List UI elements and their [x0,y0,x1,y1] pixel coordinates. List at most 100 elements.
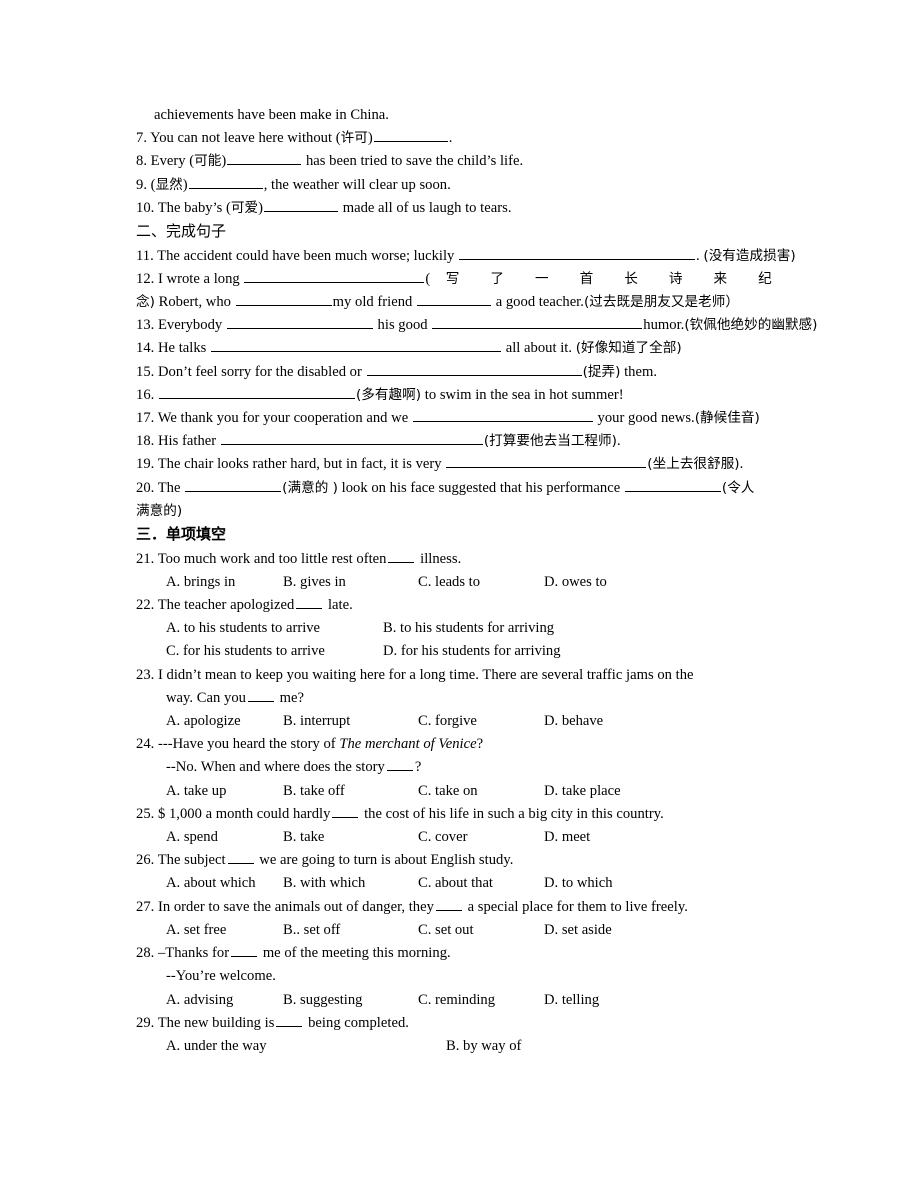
option-row: A. under the way B. by way of [136,1035,784,1058]
option-b[interactable]: B. gives in [283,571,418,594]
fill-item-9: 9. (显然), the weather will clear up soon. [136,174,784,197]
option-c[interactable]: C. take on [418,780,544,803]
answer-blank[interactable] [412,408,593,423]
sentence-item-20: 20. The (满意的 ) look on his face suggeste… [136,477,784,500]
option-a[interactable]: A. set free [166,919,283,942]
option-d[interactable]: D. meet [544,826,590,849]
answer-blank[interactable] [231,943,258,958]
answer-blank[interactable] [332,803,359,818]
option-a[interactable]: A. brings in [166,571,283,594]
mc-question-28: 28. –Thanks for me of the meeting this m… [136,942,784,965]
carryover-line: achievements have been make in China. [136,104,784,127]
sentence-item-15: 15. Don’t feel sorry for the disabled or… [136,361,784,384]
answer-blank[interactable] [386,757,413,772]
option-c[interactable]: C. leads to [418,571,544,594]
option-a[interactable]: A. spend [166,826,283,849]
answer-blank[interactable] [366,361,582,376]
answer-blank[interactable] [388,548,415,563]
answer-blank[interactable] [247,687,274,702]
spaced-char: 首 [579,270,594,287]
chinese-hint: 可爱 [230,199,259,216]
answer-blank[interactable] [227,850,254,865]
option-b[interactable]: B. to his students for arriving [383,617,554,640]
mc-question-22: 22. The teacher apologized late. [136,594,784,617]
sentence-item-11: 11. The accident could have been much wo… [136,245,796,268]
spaced-chinese-hint: 写了一首长诗来纪 [430,271,787,287]
answer-blank[interactable] [158,384,355,399]
answer-blank[interactable] [211,338,502,353]
answer-blank[interactable] [417,292,492,307]
item-number: 12. [136,270,155,287]
option-a[interactable]: A. advising [166,989,283,1012]
option-a[interactable]: A. take up [166,780,283,803]
answer-blank[interactable] [373,128,448,143]
sentence-item-20-continuation: 满意的) [136,500,784,523]
option-b[interactable]: B.. set off [283,919,418,942]
item-text-post: made all of us laugh to tears. [342,199,512,216]
option-c[interactable]: C. cover [418,826,544,849]
answer-blank[interactable] [446,454,647,469]
spaced-char: 一 [535,270,549,287]
option-a[interactable]: A. to his students to arrive [166,617,383,640]
item-text-mid: his good [377,317,428,334]
answer-blank[interactable] [296,595,323,610]
answer-blank[interactable] [264,197,339,212]
option-c[interactable]: C. about that [418,872,544,895]
wrap-prefix-cn: 念) [136,294,155,311]
answer-blank[interactable] [226,315,373,330]
item-text-post: has been tried to save the child’s life. [305,153,524,170]
option-c[interactable]: C. for his students to arrive [166,640,383,663]
item-number: 21. [136,550,155,567]
option-b[interactable]: B. suggesting [283,989,418,1012]
item-text-after: . [616,433,621,450]
item-text-post: , the weather will clear up soon. [263,176,451,193]
answer-blank[interactable] [244,268,425,283]
sentence-item-12-continuation: 念) Robert, who my old friend a good teac… [136,291,784,314]
option-d[interactable]: D. owes to [544,571,607,594]
option-c[interactable]: C. forgive [418,710,544,733]
question-stem-after: the cost of his life in such a big city … [364,805,664,822]
option-d[interactable]: D. for his students for arriving [383,640,561,663]
item-text-before: The [157,479,181,496]
answer-blank[interactable] [220,431,483,446]
item-text-mid: ) [221,153,227,170]
chinese-hint: (钦佩他绝妙的幽默感) [684,317,818,334]
item-number: 29. [136,1014,155,1031]
option-row: C. for his students to arrive D. for his … [136,640,784,663]
answer-blank[interactable] [185,477,282,492]
option-d[interactable]: D. to which [544,872,613,895]
answer-blank[interactable] [432,315,643,330]
option-b[interactable]: B. with which [283,872,418,895]
option-c[interactable]: C. reminding [418,989,544,1012]
question-stem: The subject [157,852,226,869]
option-a[interactable]: A. under the way [166,1035,446,1058]
answer-blank[interactable] [624,477,721,492]
item-text-after: your good news. [597,410,695,427]
question-stem-cont: way. Can you [166,689,246,706]
option-a[interactable]: A. apologize [166,710,283,733]
option-d[interactable]: D. take place [544,780,621,803]
item-number: 20. [136,479,155,496]
answer-blank[interactable] [227,151,302,166]
option-b[interactable]: B. by way of [446,1035,521,1058]
item-number: 14. [136,340,155,357]
answer-blank[interactable] [435,896,462,911]
answer-blank[interactable] [276,1012,303,1027]
item-text-before: His father [157,433,217,450]
option-d[interactable]: D. telling [544,989,599,1012]
option-b[interactable]: B. take off [283,780,418,803]
sentence-item-19: 19. The chair looks rather hard, but in … [136,453,784,476]
option-a[interactable]: A. about which [166,872,283,895]
option-d[interactable]: D. set aside [544,919,612,942]
question-stem-after: illness. [420,550,462,567]
question-stem-after: we are going to turn is about English st… [259,852,514,869]
item-text-mid: look on his face suggested that his perf… [341,479,621,496]
answer-blank[interactable] [459,245,696,260]
option-d[interactable]: D. behave [544,710,603,733]
answer-blank[interactable] [235,292,332,307]
option-b[interactable]: B. interrupt [283,710,418,733]
answer-blank[interactable] [188,174,263,189]
option-c[interactable]: C. set out [418,919,544,942]
item-number: 13. [136,317,155,334]
option-b[interactable]: B. take [283,826,418,849]
